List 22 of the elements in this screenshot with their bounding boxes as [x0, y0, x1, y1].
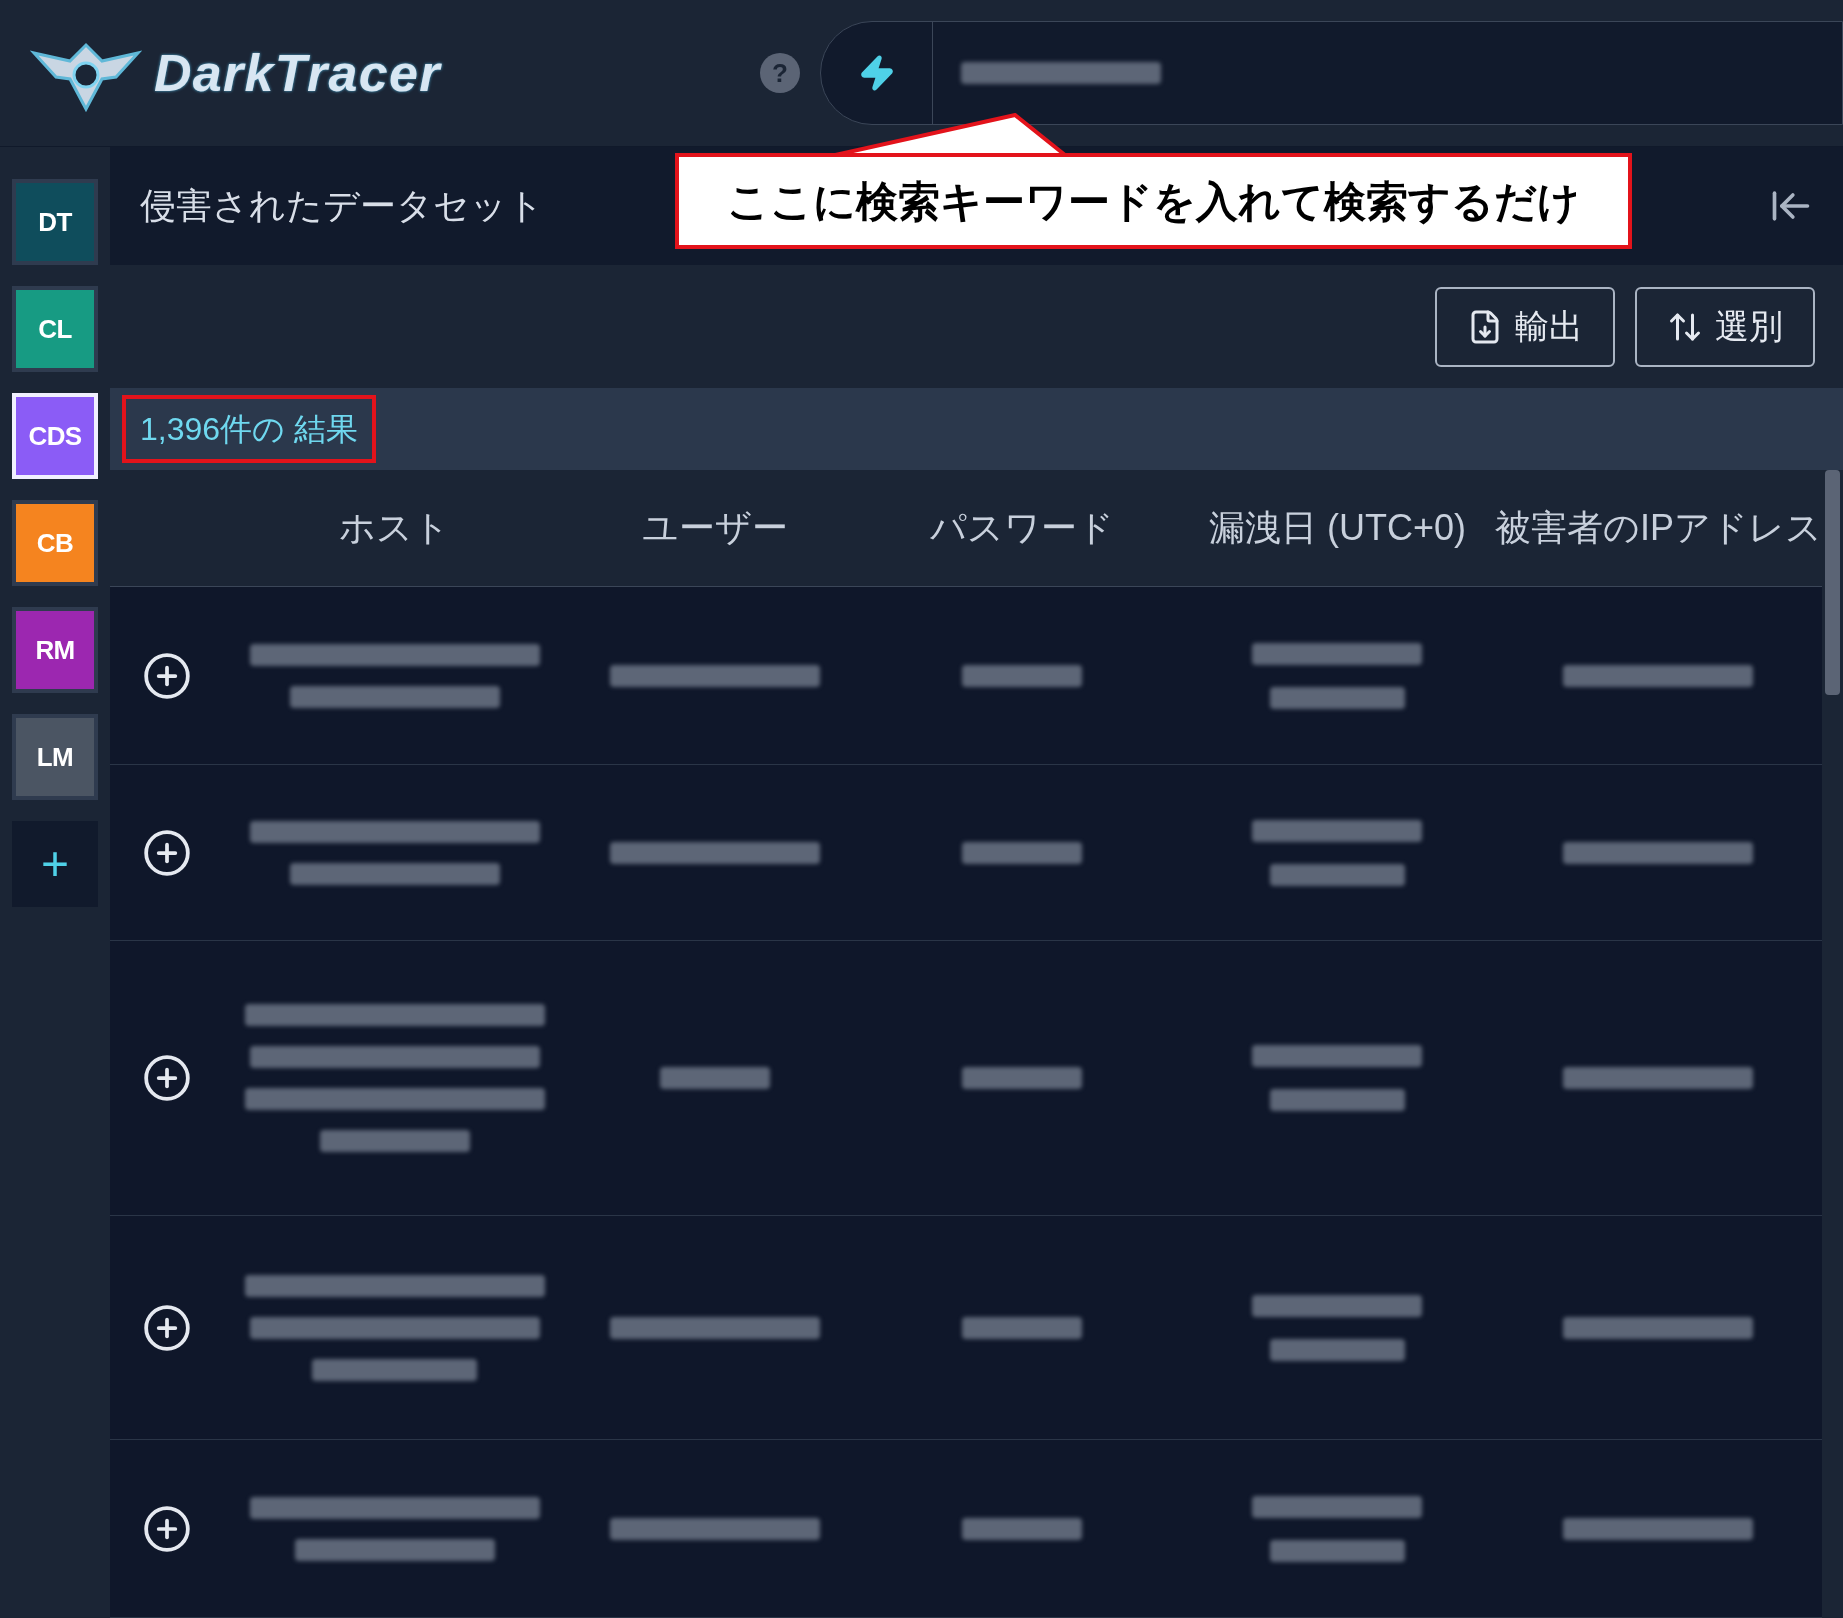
app-tile[interactable]: RM [12, 607, 98, 693]
app-tile[interactable]: CDS [12, 393, 98, 479]
expand-icon[interactable] [142, 1503, 193, 1554]
column-header[interactable]: ホスト [225, 501, 565, 555]
expand-icon[interactable] [142, 650, 193, 701]
app-tile[interactable]: LM [12, 714, 98, 800]
sort-button[interactable]: 選別 [1635, 286, 1815, 367]
expand-icon[interactable] [142, 1302, 193, 1353]
column-header[interactable]: 被害者のIPアドレス [1495, 501, 1822, 555]
page-title: 侵害されたデータセット [140, 184, 544, 228]
add-button[interactable]: + [12, 821, 98, 907]
column-header[interactable]: ユーザー [565, 501, 865, 555]
column-header[interactable]: パスワード [865, 501, 1180, 555]
expand-icon[interactable] [142, 1053, 193, 1103]
expand-icon[interactable] [142, 827, 193, 878]
export-button[interactable]: 輸出 [1435, 286, 1615, 367]
results-count: 1,396件の 結果 [122, 395, 376, 463]
column-header[interactable]: 漏洩日 (UTC+0) [1180, 501, 1495, 555]
app-tile[interactable]: DT [12, 179, 98, 265]
scrollbar[interactable] [1822, 470, 1843, 1618]
logo-text: DarkTracer [154, 43, 441, 104]
search-field[interactable] [820, 21, 1843, 125]
